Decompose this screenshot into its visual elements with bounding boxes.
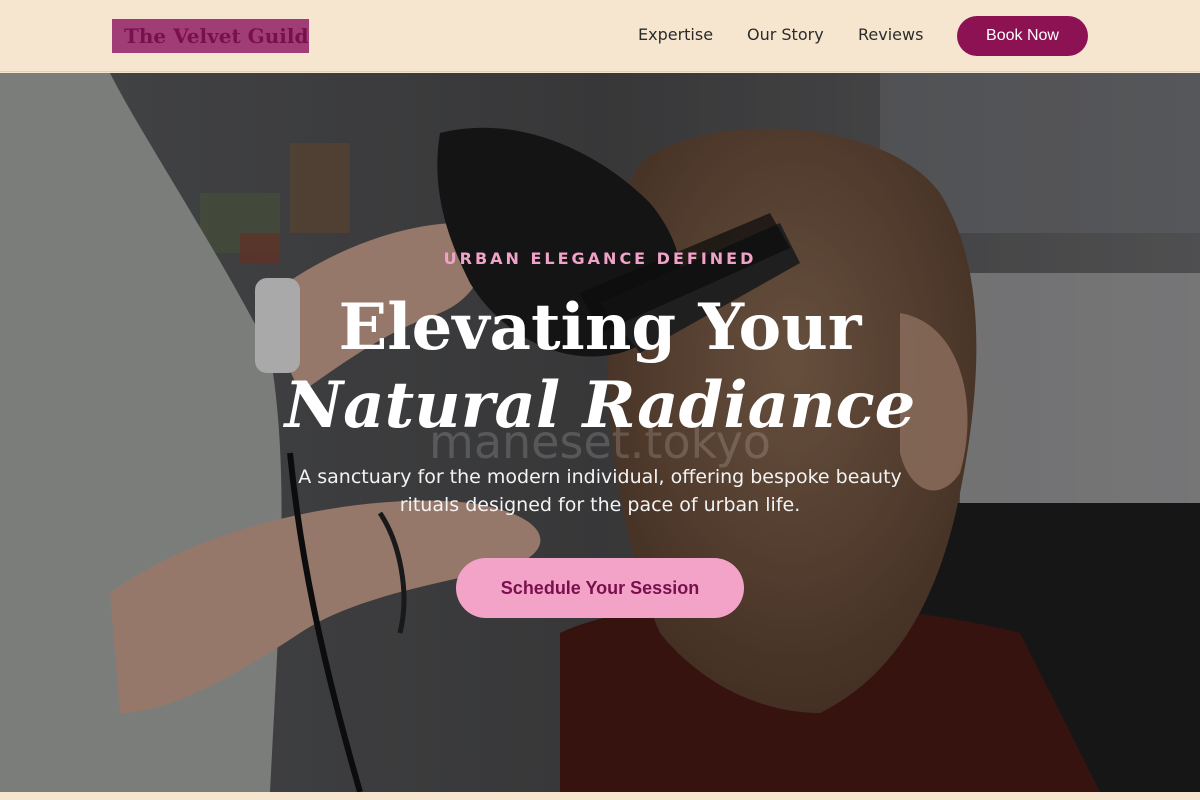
book-now-button[interactable]: Book Now xyxy=(957,16,1088,56)
bottom-strip xyxy=(0,792,1200,800)
nav-link-our-story[interactable]: Our Story xyxy=(747,24,824,46)
nav-link-expertise[interactable]: Expertise xyxy=(638,24,713,46)
hero-headline-line-1: Elevating Your xyxy=(338,290,862,365)
hero-headline-line-2: Natural Radiance xyxy=(284,368,916,443)
nav-link-reviews[interactable]: Reviews xyxy=(858,24,923,46)
hero-subtext: A sanctuary for the modern individual, o… xyxy=(298,466,902,516)
hero-eyebrow: URBAN ELEGANCE DEFINED xyxy=(443,249,757,268)
brand-logo[interactable]: The Velvet Guild xyxy=(112,19,309,53)
hero-section: URBAN ELEGANCE DEFINED Elevating Your ma… xyxy=(0,73,1200,792)
site-header: The Velvet Guild Expertise Our Story Rev… xyxy=(0,0,1200,72)
schedule-session-button[interactable]: Schedule Your Session xyxy=(456,558,744,618)
